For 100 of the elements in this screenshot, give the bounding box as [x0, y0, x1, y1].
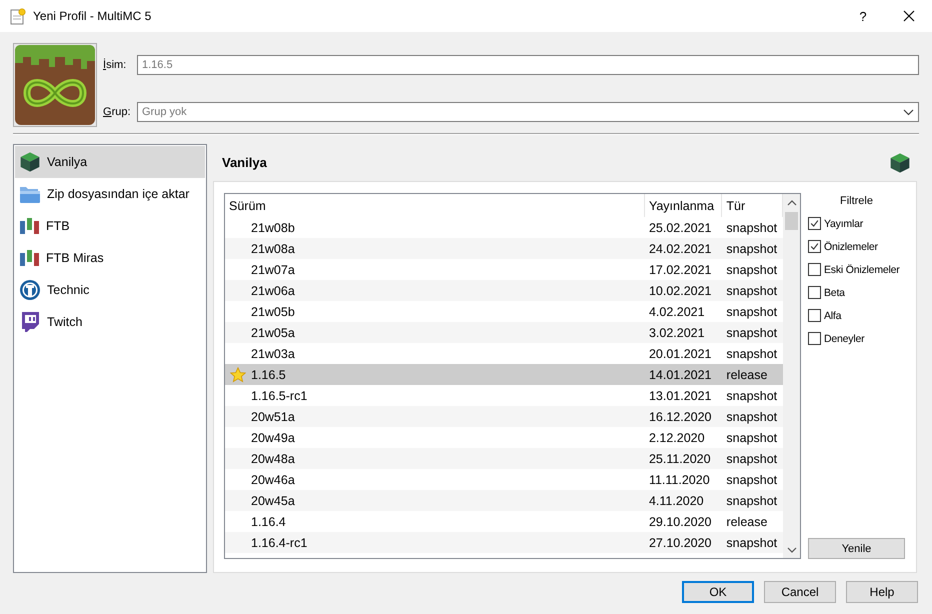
release-date: 14.01.2021 — [648, 366, 713, 384]
version-row[interactable]: 20w45a 4.11.2020 snapshot — [225, 490, 783, 511]
checkbox-label: Önizlemeler — [824, 240, 878, 252]
version-row[interactable]: 21w07a 17.02.2021 snapshot — [225, 259, 783, 280]
folder-icon — [19, 184, 41, 204]
scroll-down-icon — [786, 546, 796, 554]
checkbox-label: Alfa — [824, 310, 842, 322]
version-name: 1.16.5 — [251, 368, 286, 382]
dialog-button[interactable]: Help — [846, 581, 918, 603]
release-date: 4.02.2021 — [648, 304, 706, 320]
version-type: release — [725, 514, 768, 530]
checkbox[interactable] — [808, 332, 821, 345]
source-item[interactable]: FTB Miras — [15, 242, 205, 274]
version-type: snapshot — [725, 324, 778, 342]
version-name: 1.16.4 — [251, 514, 286, 528]
version-type: snapshot — [725, 388, 778, 405]
scroll-up-icon — [786, 198, 796, 206]
release-date: 2.12.2020 — [648, 430, 706, 446]
version-type: snapshot — [725, 346, 778, 363]
version-row[interactable]: 20w48a 25.11.2020 snapshot — [225, 448, 783, 469]
speech-bubble-icon — [19, 311, 41, 333]
version-name: 21w03a — [251, 346, 295, 360]
checkbox-label: Yayımlar — [824, 218, 864, 230]
source-item[interactable]: Technic — [15, 274, 205, 306]
release-date: 25.02.2021 — [648, 220, 713, 236]
version-name: 20w49a — [251, 430, 295, 444]
version-type: snapshot — [725, 408, 778, 426]
color-blocks-icon — [19, 216, 40, 236]
field-label: İsim: — [103, 59, 128, 71]
version-row[interactable]: 21w08a 24.02.2021 snapshot — [225, 238, 783, 259]
checkbox[interactable] — [808, 286, 821, 299]
cube-icon — [889, 152, 911, 174]
version-row[interactable]: 20w51a 16.12.2020 snapshot — [225, 406, 783, 427]
checkbox-label: Deneyler — [824, 332, 864, 344]
version-type: snapshot — [725, 450, 778, 468]
source-item[interactable]: Twitch — [15, 306, 205, 338]
version-row[interactable]: 21w06a 10.02.2021 snapshot — [225, 280, 783, 301]
version-type: snapshot — [725, 534, 778, 552]
version-row[interactable]: 21w05a 3.02.2021 snapshot — [225, 322, 783, 343]
version-name: 20w46a — [251, 472, 295, 486]
version-type: snapshot — [725, 472, 778, 489]
version-type: release — [725, 366, 768, 384]
help-button[interactable]: ? — [840, 0, 886, 32]
version-type: snapshot — [725, 282, 778, 300]
name-field[interactable]: 1.16.5 — [137, 55, 919, 75]
version-type: snapshot — [725, 240, 778, 258]
version-row[interactable]: 1.16.5-rc1 13.01.2021 snapshot — [225, 385, 783, 406]
dialog-button[interactable]: OK — [682, 581, 754, 603]
ring-logo-icon — [19, 279, 41, 301]
version-name: 1.16.5-rc1 — [251, 388, 308, 402]
version-name: 21w05b — [251, 304, 295, 318]
version-name: 1.16.4-rc1 — [251, 536, 308, 550]
scrollbar[interactable] — [783, 194, 800, 558]
source-item[interactable]: Zip dosyasından içe aktar — [15, 178, 205, 210]
version-row[interactable]: 20w46a 11.11.2020 snapshot — [225, 469, 783, 490]
release-date: 17.02.2021 — [648, 262, 713, 278]
checkbox-label: Eski Önizlemeler — [824, 264, 900, 276]
release-date: 4.11.2020 — [648, 492, 705, 510]
version-row[interactable]: 21w05b 4.02.2021 snapshot — [225, 301, 783, 322]
release-date: 24.02.2021 — [648, 240, 713, 258]
release-date: 25.11.2020 — [648, 450, 712, 468]
release-date: 16.12.2020 — [648, 408, 713, 426]
chevron-down-icon — [903, 108, 914, 116]
color-blocks-icon — [19, 248, 40, 268]
version-row[interactable]: 21w03a 20.01.2021 snapshot — [225, 343, 783, 364]
release-date: 29.10.2020 — [648, 514, 713, 530]
version-type: snapshot — [725, 430, 778, 447]
release-date: 10.02.2021 — [648, 282, 713, 300]
release-date: 3.02.2021 — [648, 324, 706, 342]
source-item[interactable]: FTB — [15, 210, 205, 242]
checkbox[interactable] — [808, 240, 821, 253]
release-date: 11.11.2020 — [648, 472, 711, 488]
close-icon — [903, 10, 915, 22]
group-dropdown[interactable]: Grup yok — [137, 102, 919, 122]
dialog-button[interactable]: Cancel — [764, 581, 836, 603]
field-label: Grup: — [103, 106, 132, 118]
version-type: snapshot — [725, 262, 778, 279]
version-name: 21w08a — [251, 242, 295, 256]
scroll-thumb[interactable] — [785, 212, 798, 230]
column-header[interactable]: Sürüm — [225, 194, 645, 217]
refresh-button[interactable]: Yenile — [808, 538, 905, 559]
version-type: snapshot — [725, 220, 778, 237]
checkbox-label: Beta — [824, 286, 845, 298]
version-row[interactable]: 21w08b 25.02.2021 snapshot — [225, 217, 783, 238]
source-item[interactable]: Vanilya — [15, 146, 205, 178]
checkbox[interactable] — [808, 263, 821, 276]
version-name: 21w08b — [251, 220, 295, 234]
filter-heading: Filtrele — [838, 194, 874, 209]
checkbox[interactable] — [808, 309, 821, 322]
version-name: 20w45a — [251, 494, 295, 508]
checkbox[interactable] — [808, 217, 821, 230]
cube-icon — [19, 151, 41, 173]
column-header[interactable]: Yayınlanma — [644, 194, 722, 217]
version-row[interactable]: 1.16.4-rc1 27.10.2020 snapshot — [225, 532, 783, 553]
version-row[interactable]: 1.16.4 29.10.2020 release — [225, 511, 783, 532]
panel-title: Vanilya — [222, 155, 267, 170]
version-name: 21w05a — [251, 326, 295, 340]
version-row[interactable]: 1.16.5 14.01.2021 release — [225, 364, 783, 385]
version-row[interactable]: 20w49a 2.12.2020 snapshot — [225, 427, 783, 448]
release-date: 20.01.2021 — [648, 346, 713, 362]
